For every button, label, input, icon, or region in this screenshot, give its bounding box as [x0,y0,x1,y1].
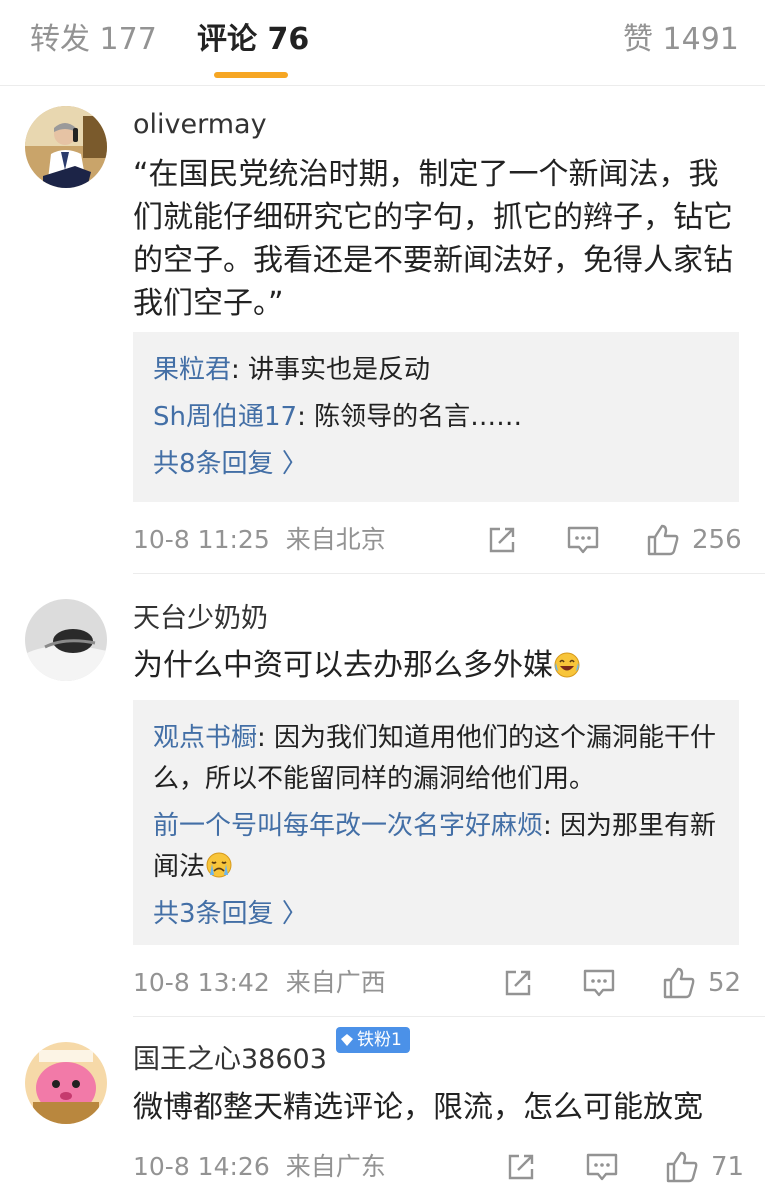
comment-username[interactable]: olivermay [133,108,267,142]
tab-comments[interactable]: 评论 76 [197,20,309,60]
fan-badge: 铁粉1 [336,1027,410,1053]
comment-divider [133,1016,765,1017]
reply-button[interactable] [566,520,600,560]
like-button[interactable]: 256 [646,520,742,560]
thumbs-up-icon [666,1151,698,1183]
comment-tabs: 转发 177 评论 76 赞 1491 [0,0,765,86]
reply-username[interactable]: 观点书橱 [153,723,257,753]
like-count: 52 [708,968,742,998]
comment-time: 10-8 11:25 [133,525,270,554]
comment-meta: 10-8 11:25 来自北京 [133,523,386,557]
like-button[interactable]: 71 [665,1147,744,1187]
like-count: 256 [692,525,742,555]
view-all-replies-link[interactable]: 共8条回复 〉 [153,444,717,484]
reply-item[interactable]: 前一个号叫每年改一次名字好麻烦: 因为那里有新闻法 [153,806,717,888]
comment-location: 来自广西 [285,968,386,997]
like-count: 71 [711,1152,745,1182]
comment-username[interactable]: 天台少奶奶 [133,602,268,636]
person-on-phone-avatar [25,106,107,188]
reply-username[interactable]: 果粒君 [153,355,231,385]
reply-item[interactable]: Sh周伯通17: 陈领导的名言…… [153,397,717,438]
comment-location: 来自北京 [285,525,386,554]
view-all-replies-link[interactable]: 共3条回复 〉 [153,894,717,934]
reply-button[interactable] [582,963,616,1003]
comment-text: 为什么中资可以去办那么多外媒 [133,644,748,687]
diamond-icon [341,1034,353,1046]
laugh-cry-emoji [554,652,580,678]
comment-text-body: 为什么中资可以去办那么多外媒 [133,648,553,683]
comment-time: 10-8 13:42 [133,968,270,997]
fan-badge-label: 铁粉1 [357,1030,402,1050]
grayscale-photo-avatar [25,599,107,681]
share-icon [489,527,515,553]
tab-reposts[interactable]: 转发 177 [30,20,157,60]
thumbs-up-icon [663,967,695,999]
comment-text: “在国民党统治时期，制定了一个新闻法，我们就能仔细研究它的字句，抓它的辫子，钻它… [133,157,733,321]
pink-cartoon-avatar [25,1042,107,1124]
reply-item[interactable]: 果粒君: 讲事实也是反动 [153,350,717,391]
thumbs-up-icon [647,524,679,556]
reply-username[interactable]: Sh周伯通17 [153,402,297,432]
crying-emoji [206,852,232,878]
comment-meta: 10-8 13:42 来自广西 [133,966,386,1000]
reply-button[interactable] [585,1147,619,1187]
like-button[interactable]: 52 [662,963,741,1003]
reply-text: : 讲事实也是反动 [231,355,431,385]
active-tab-indicator [214,72,288,78]
comment-divider [133,573,765,574]
share-icon [505,970,531,996]
comment-icon [586,1153,618,1181]
comment-username[interactable]: 国王之心38603 [133,1043,327,1077]
comment-text: 微博都整天精选评论，限流，怎么可能放宽 [133,1090,703,1125]
comment-location: 来自广东 [285,1152,386,1181]
share-button[interactable] [502,963,534,1003]
reply-item[interactable]: 观点书橱: 因为我们知道用他们的这个漏洞能干什么，所以不能留同样的漏洞给他们用。 [153,718,717,800]
reply-box[interactable]: 果粒君: 讲事实也是反动 Sh周伯通17: 陈领导的名言…… 共8条回复 〉 [133,332,739,502]
tab-likes[interactable]: 赞 1491 [623,20,739,60]
user-avatar[interactable] [25,106,107,188]
comment-icon [567,526,599,554]
reply-username[interactable]: 前一个号叫每年改一次名字好麻烦 [153,811,543,841]
comment-icon [583,969,615,997]
comment-time: 10-8 14:26 [133,1152,270,1181]
user-avatar[interactable] [25,1042,107,1124]
reply-box[interactable]: 观点书橱: 因为我们知道用他们的这个漏洞能干什么，所以不能留同样的漏洞给他们用。… [133,700,739,945]
reply-text: : 陈领导的名言…… [297,402,523,432]
share-icon [508,1154,534,1180]
share-button[interactable] [505,1147,537,1187]
comment-meta: 10-8 14:26 来自广东 [133,1150,386,1184]
user-avatar[interactable] [25,599,107,681]
share-button[interactable] [486,520,518,560]
